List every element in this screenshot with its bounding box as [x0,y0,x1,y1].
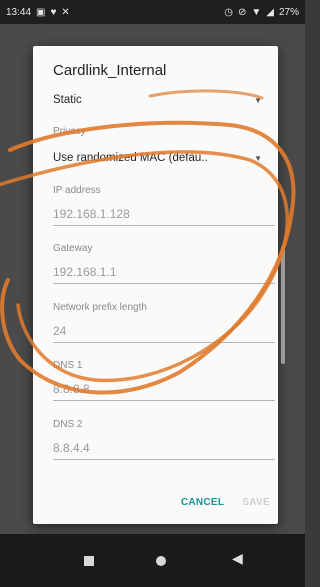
gateway-field[interactable]: 192.168.1.1 [53,261,275,284]
notification-icon: ▣ [36,6,46,18]
close-icon: ✕ [61,6,70,18]
ip-address-field[interactable]: 192.168.1.128 [53,203,275,226]
cancel-button[interactable]: CANCEL [181,497,224,508]
prefix-length-value: 24 [53,324,67,338]
dns1-label: DNS 1 [53,360,83,371]
ip-settings-select[interactable]: Static ▼ [53,91,268,109]
dns2-value: 8.8.4.4 [53,441,90,455]
recents-icon[interactable] [84,556,94,566]
home-icon[interactable] [156,556,166,566]
ip-address-value: 192.168.1.128 [53,207,130,221]
dns1-field[interactable]: 8.8.8.8 [53,378,275,401]
gateway-label: Gateway [53,243,93,254]
dns2-label: DNS 2 [53,419,83,430]
privacy-value: Use randomized MAC (defau.. [53,152,208,164]
dns1-value: 8.8.8.8 [53,382,90,396]
dropdown-arrow-icon: ▼ [254,153,262,163]
ip-address-label: IP address [53,185,101,196]
battery-level: 27% [278,6,299,18]
status-time: 13:44 [6,6,32,18]
prefix-length-field[interactable]: 24 [53,320,275,343]
alarm-icon: ◷ [224,6,233,18]
back-icon[interactable]: ◀ [232,550,243,567]
dialog-actions: CANCEL SAVE [181,497,270,508]
dialog-title: Cardlink_Internal [53,62,167,79]
mute-icon: ⊘ [237,6,247,18]
dns2-field[interactable]: 8.8.4.4 [53,437,275,460]
save-button[interactable]: SAVE [242,497,270,508]
privacy-select[interactable]: Use randomized MAC (defau.. ▼ [53,149,268,167]
navigation-bar: ◀ [0,534,305,587]
wifi-icon: ▼ [251,6,262,18]
gateway-value: 192.168.1.1 [53,265,117,279]
status-bar: 13:44 ▣ ♥ ✕ ◷ ⊘ ▼ ◢ 27% [0,0,305,24]
scrollbar-thumb[interactable] [281,246,285,364]
dropdown-arrow-icon: ▼ [254,95,262,105]
ip-settings-value: Static [53,94,82,106]
signal-icon: ◢ [266,6,274,18]
network-config-dialog: Cardlink_Internal Static ▼ Privacy Use r… [33,46,278,524]
prefix-length-label: Network prefix length [53,302,147,313]
heart-icon: ♥ [50,6,57,18]
privacy-label: Privacy [53,126,86,137]
